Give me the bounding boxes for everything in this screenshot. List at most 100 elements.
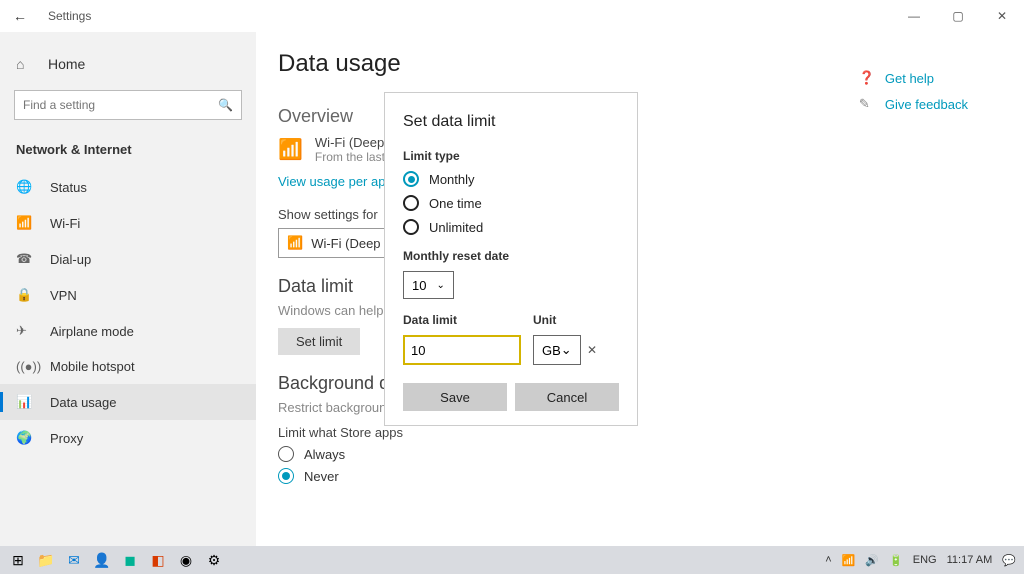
sidebar-item-datausage[interactable]: 📊 Data usage (0, 384, 256, 420)
radio-always[interactable]: Always (278, 446, 1024, 462)
mail-icon[interactable]: ✉ (60, 549, 88, 571)
search-input[interactable] (23, 98, 218, 112)
set-limit-button[interactable]: Set limit (278, 328, 360, 355)
radio-unlimited[interactable]: Unlimited (403, 219, 619, 235)
feedback-label: Give feedback (885, 97, 968, 112)
hotspot-icon: ((●)) (16, 359, 36, 374)
sidebar-home[interactable]: ⌂ Home (0, 48, 256, 80)
sidebar-item-wifi[interactable]: 📶 Wi-Fi (0, 205, 256, 241)
unit-value: GB (542, 343, 561, 358)
radio-label: Unlimited (429, 220, 483, 235)
radio-label: Always (304, 447, 345, 462)
home-icon: ⌂ (16, 56, 36, 72)
chevron-down-icon: ⌄ (561, 342, 572, 358)
limit-store-label: Limit what Store apps (278, 425, 1024, 440)
dialog-title: Set data limit (403, 113, 619, 131)
app-icon[interactable]: ◼ (116, 549, 144, 571)
sidebar-item-label: Mobile hotspot (50, 359, 135, 374)
sidebar-item-vpn[interactable]: 🔒 VPN (0, 277, 256, 313)
taskbar: ⊞ 📁 ✉ 👤 ◼ ◧ ◉ ⚙ ˄ 📶 🔊 🔋 ENG 11:17 AM 💬 (0, 546, 1024, 574)
taskbar-right: ˄ 📶 🔊 🔋 ENG 11:17 AM 💬 (823, 554, 1024, 567)
sidebar-item-label: VPN (50, 288, 77, 303)
sidebar-item-status[interactable]: 🌐 Status (0, 169, 256, 205)
tray-chevron-icon[interactable]: ˄ (823, 554, 833, 566)
search-box[interactable]: 🔍 (14, 90, 242, 120)
vpn-icon: 🔒 (16, 287, 36, 303)
chrome-icon[interactable]: ◉ (172, 549, 200, 571)
clear-icon[interactable]: ✕ (587, 343, 597, 357)
window-title: Settings (48, 9, 91, 23)
radio-label: Monthly (429, 172, 475, 187)
feedback-icon: ✎ (859, 96, 879, 112)
maximize-button[interactable]: ▢ (936, 0, 980, 32)
tray-volume-icon[interactable]: 🔊 (863, 554, 881, 567)
radio-label: One time (429, 196, 482, 211)
taskbar-left: ⊞ 📁 ✉ 👤 ◼ ◧ ◉ ⚙ (0, 549, 228, 571)
radio-icon (278, 446, 294, 462)
unit-select[interactable]: GB ⌄ (533, 335, 581, 365)
sidebar-item-proxy[interactable]: 🌍 Proxy (0, 420, 256, 456)
start-button[interactable]: ⊞ (4, 549, 32, 571)
chevron-down-icon: ⌄ (436, 280, 444, 291)
dialog-buttons: Save Cancel (403, 383, 619, 411)
wifi-signal-icon: 📶 (278, 137, 303, 162)
sidebar-item-airplane[interactable]: ✈ Airplane mode (0, 313, 256, 349)
reset-date-label: Monthly reset date (403, 249, 619, 263)
sidebar-item-dialup[interactable]: ☎ Dial-up (0, 241, 256, 277)
window-controls: — ▢ ✕ (892, 0, 1024, 32)
tray-battery-icon[interactable]: 🔋 (887, 554, 905, 567)
tray-lang[interactable]: ENG (911, 554, 939, 566)
radio-icon (278, 468, 294, 484)
sidebar-item-label: Data usage (50, 395, 117, 410)
sidebar-item-label: Airplane mode (50, 324, 134, 339)
tray-notifications-icon[interactable]: 💬 (1000, 554, 1018, 567)
dialup-icon: ☎ (16, 251, 36, 267)
radio-icon (403, 171, 419, 187)
feedback-link[interactable]: ✎ Give feedback (859, 96, 968, 112)
airplane-icon: ✈ (16, 323, 36, 339)
wifi-icon: 📶 (16, 215, 36, 231)
wifi-icon: 📶 (287, 235, 303, 251)
help-icon: ❓ (859, 70, 879, 86)
home-label: Home (48, 56, 85, 72)
close-button[interactable]: ✕ (980, 0, 1024, 32)
limit-type-label: Limit type (403, 149, 619, 163)
reset-date-value: 10 (412, 278, 426, 293)
save-button[interactable]: Save (403, 383, 507, 411)
sidebar-item-label: Proxy (50, 431, 83, 446)
people-icon[interactable]: 👤 (88, 549, 116, 571)
get-help-link[interactable]: ❓ Get help (859, 70, 968, 86)
radio-icon (403, 219, 419, 235)
office-icon[interactable]: ◧ (144, 549, 172, 571)
reset-date-select[interactable]: 10 ⌄ (403, 271, 454, 299)
datausage-icon: 📊 (16, 394, 36, 410)
radio-onetime[interactable]: One time (403, 195, 619, 211)
explorer-icon[interactable]: 📁 (32, 549, 60, 571)
data-limit-input-wrap[interactable]: ✕ (403, 335, 521, 365)
radio-never[interactable]: Never (278, 468, 1024, 484)
radio-monthly[interactable]: Monthly (403, 171, 619, 187)
radio-icon (403, 195, 419, 211)
minimize-button[interactable]: — (892, 0, 936, 32)
tray-time[interactable]: 11:17 AM (945, 554, 995, 566)
settings-icon[interactable]: ⚙ (200, 549, 228, 571)
sidebar-item-label: Wi-Fi (50, 216, 80, 231)
sidebar-category: Network & Internet (0, 134, 256, 169)
radio-label: Never (304, 469, 339, 484)
unit-label: Unit (533, 313, 581, 327)
sidebar: ⌂ Home 🔍 Network & Internet 🌐 Status 📶 W… (0, 32, 256, 546)
cancel-button[interactable]: Cancel (515, 383, 619, 411)
data-limit-row: Data limit ✕ Unit GB ⌄ (403, 313, 619, 365)
tray-wifi-icon[interactable]: 📶 (840, 554, 858, 567)
sidebar-item-label: Status (50, 180, 87, 195)
titlebar: ← Settings — ▢ ✕ (0, 0, 1024, 32)
help-label: Get help (885, 71, 934, 86)
view-usage-link[interactable]: View usage per app (278, 174, 393, 189)
data-limit-label: Data limit (403, 313, 521, 327)
back-button[interactable]: ← (0, 8, 40, 24)
sidebar-item-label: Dial-up (50, 252, 91, 267)
sidebar-item-hotspot[interactable]: ((●)) Mobile hotspot (0, 349, 256, 384)
search-icon: 🔍 (218, 98, 233, 112)
set-data-limit-dialog: Set data limit Limit type Monthly One ti… (384, 92, 638, 426)
status-icon: 🌐 (16, 179, 36, 195)
